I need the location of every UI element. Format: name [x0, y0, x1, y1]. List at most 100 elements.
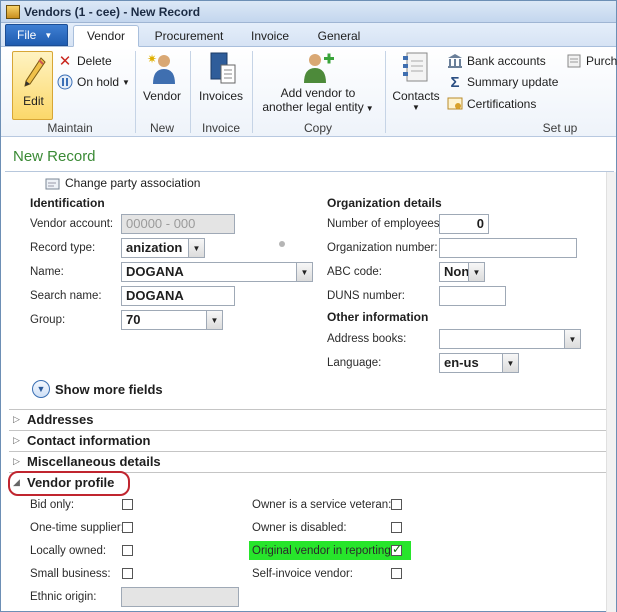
tab-general[interactable]: General [307, 25, 371, 47]
record-type-select[interactable]: anization ▼ [121, 238, 205, 258]
self-invoice-checkbox[interactable] [391, 568, 402, 579]
ribbon-tab-bar: File ▼ Vendor Procurement Invoice Genera… [1, 23, 616, 47]
tab-procurement[interactable]: Procurement [143, 25, 235, 47]
owner-disabled-checkbox[interactable] [391, 522, 402, 533]
ethnic-origin-label: Ethnic origin: [30, 591, 97, 603]
record-type-label: Record type: [30, 242, 96, 254]
certifications-label: Certifications [467, 97, 537, 111]
purchase-button[interactable]: Purcha [566, 53, 617, 69]
ethnic-origin-field[interactable] [121, 587, 239, 607]
edit-label: Edit [23, 94, 44, 108]
window-title: Vendors (1 - cee) - New Record [24, 4, 201, 19]
locally-owned-checkbox[interactable] [122, 545, 133, 556]
language-value: en-us [444, 355, 479, 370]
ribbon: Edit ✕ Delete On hold ▼ Maintain ✷ Vendo… [1, 47, 617, 137]
org-number-field[interactable] [439, 238, 577, 258]
one-time-supplier-label: One-time supplier: [30, 522, 124, 534]
original-vendor-checkbox[interactable] [391, 542, 402, 556]
new-vendor-button[interactable]: ✷ Vendor [139, 51, 185, 103]
fasttab-addresses[interactable]: ▷ Addresses [9, 409, 606, 429]
address-books-select[interactable]: ▼ [439, 329, 581, 349]
edit-button[interactable]: Edit [12, 51, 53, 120]
one-time-supplier-checkbox[interactable] [122, 522, 133, 533]
on-hold-button[interactable]: On hold ▼ [57, 74, 130, 90]
fasttab-miscellaneous-details[interactable]: ▷ Miscellaneous details [9, 451, 606, 471]
ribbon-separator [252, 51, 253, 133]
small-business-checkbox[interactable] [122, 568, 133, 579]
bank-icon [447, 53, 463, 69]
group-label-new: New [149, 121, 174, 135]
tab-vendor[interactable]: Vendor [73, 25, 139, 47]
invoice-book-icon [210, 52, 236, 84]
name-value: DOGANA [126, 264, 184, 279]
group-value: 70 [126, 312, 141, 327]
employees-field[interactable]: 0 [439, 214, 489, 234]
chevron-down-icon: ▼ [365, 104, 374, 113]
chevron-down-icon[interactable]: ▼ [188, 239, 204, 257]
show-more-label: Show more fields [55, 381, 163, 397]
change-party-association-button[interactable]: Change party association [45, 175, 200, 191]
self-invoice-label: Self-invoice vendor: [252, 568, 353, 580]
tab-invoice[interactable]: Invoice [241, 25, 299, 47]
record-type-value: anization [126, 240, 183, 255]
search-name-field[interactable]: DOGANA [121, 286, 235, 306]
change-party-label: Change party association [65, 176, 201, 190]
group-select[interactable]: 70 ▼ [121, 310, 223, 330]
vendor-account-label: Vendor account: [30, 218, 114, 230]
group-label-setup: Set up [542, 121, 578, 135]
abc-code-value: Non [444, 264, 470, 279]
owner-disabled-label: Owner is disabled: [252, 522, 347, 534]
vertical-scrollbar[interactable] [606, 172, 616, 612]
abc-code-label: ABC code: [327, 266, 382, 278]
chevron-down-icon[interactable]: ▼ [296, 263, 312, 281]
delete-button[interactable]: ✕ Delete [57, 53, 112, 70]
ribbon-separator [385, 51, 386, 133]
summary-update-button[interactable]: Σ Summary update [447, 74, 558, 91]
chevron-down-icon[interactable]: ▼ [502, 354, 518, 372]
file-menu-button[interactable]: File ▼ [5, 24, 68, 46]
name-combo[interactable]: DOGANA ▼ [121, 262, 313, 282]
other-info-heading: Other information [327, 310, 429, 324]
fasttab-contact-information[interactable]: ▷ Contact information [9, 430, 606, 450]
expand-triangle-icon: ▷ [13, 414, 20, 424]
file-label: File [17, 28, 37, 42]
chevron-down-icon[interactable]: ▼ [468, 263, 484, 281]
certifications-button[interactable]: Certifications [447, 96, 536, 112]
delete-label: Delete [77, 54, 112, 68]
org-number-label: Organization number: [327, 242, 438, 254]
title-bar: Vendors (1 - cee) - New Record [1, 1, 616, 23]
group-label-invoice: Invoice [201, 121, 241, 135]
fasttab-misc-label: Miscellaneous details [27, 454, 161, 469]
vendor-account-field[interactable]: 00000 - 000 [121, 214, 235, 234]
ribbon-separator [190, 51, 191, 133]
name-label: Name: [30, 266, 64, 278]
organization-heading: Organization details [327, 196, 442, 210]
language-select[interactable]: en-us ▼ [439, 353, 519, 373]
group-label: Group: [30, 314, 66, 326]
expand-circle-icon: ▼ [32, 380, 50, 398]
bank-accounts-label: Bank accounts [467, 54, 546, 68]
small-business-label: Small business: [30, 568, 111, 580]
show-more-fields-button[interactable]: ▼ Show more fields [32, 380, 163, 398]
bid-only-label: Bid only: [30, 499, 75, 511]
chevron-down-icon[interactable]: ▼ [564, 330, 580, 348]
certificate-icon [447, 96, 463, 112]
chevron-down-icon: ▼ [412, 103, 420, 112]
duns-label: DUNS number: [327, 290, 405, 302]
expand-triangle-icon: ▷ [13, 456, 20, 466]
service-veteran-checkbox[interactable] [391, 499, 402, 510]
abc-code-select[interactable]: Non ▼ [439, 262, 485, 282]
bank-accounts-button[interactable]: Bank accounts [447, 53, 546, 69]
duns-field[interactable] [439, 286, 506, 306]
bid-only-checkbox[interactable] [122, 499, 133, 510]
vendor-person-icon: ✷ [147, 52, 175, 84]
invoices-label: Invoices [198, 89, 244, 103]
group-label-maintain: Maintain [47, 121, 93, 135]
chevron-down-icon[interactable]: ▼ [206, 311, 222, 329]
search-name-label: Search name: [30, 290, 102, 302]
invoices-button[interactable]: Invoices [194, 51, 248, 103]
contacts-button[interactable]: Contacts ▼ [390, 51, 442, 112]
add-vendor-legal-entity-button[interactable]: Add vendor to another legal entity ▼ [256, 51, 380, 114]
expand-triangle-icon: ▷ [13, 435, 20, 445]
application-window: Vendors (1 - cee) - New Record File ▼ Ve… [0, 0, 617, 612]
